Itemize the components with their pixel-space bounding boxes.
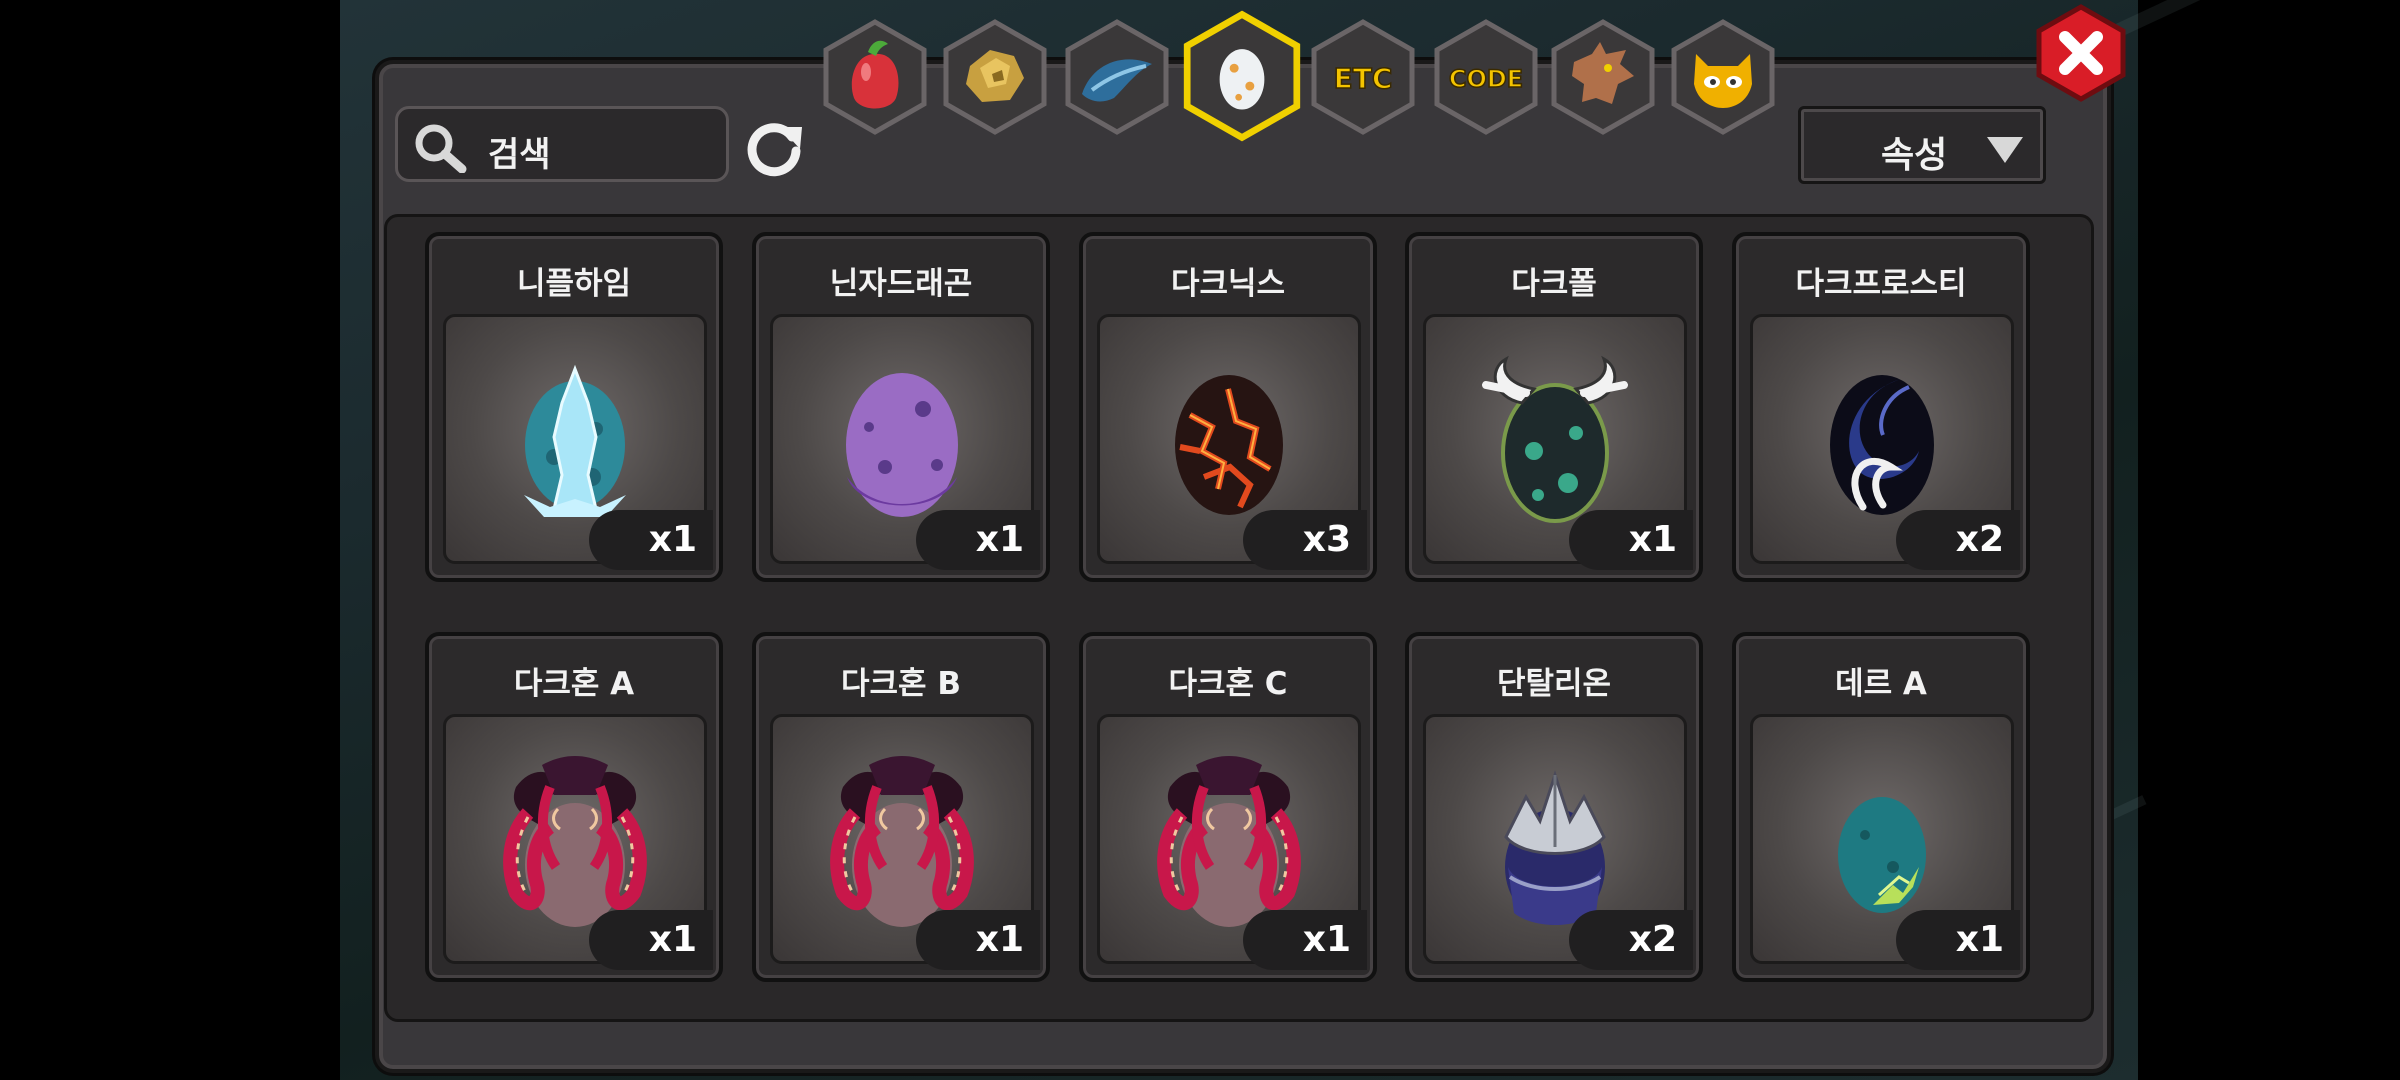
item-card[interactable]: 다크혼 B x1 bbox=[752, 632, 1050, 982]
attribute-dropdown-label: 속성 bbox=[1881, 135, 1948, 176]
code-tab-label: CODE bbox=[1449, 65, 1523, 93]
item-name: 다크프로스티 bbox=[1795, 266, 1967, 302]
item-card[interactable]: 단탈리온 x2 bbox=[1405, 632, 1703, 982]
item-quantity: x1 bbox=[589, 910, 713, 970]
mask-tab[interactable] bbox=[1668, 18, 1778, 136]
item-quantity: x1 bbox=[1243, 910, 1367, 970]
dragon-tab[interactable] bbox=[1548, 18, 1658, 136]
item-card[interactable]: 다크폴 x1 bbox=[1405, 232, 1703, 582]
item-card[interactable]: 다크닉스 x3 bbox=[1079, 232, 1377, 582]
code-tab[interactable]: CODE bbox=[1428, 18, 1544, 136]
item-quantity: x1 bbox=[589, 510, 713, 570]
egg-icon bbox=[1219, 49, 1265, 110]
item-card[interactable]: 다크혼 C x1 bbox=[1079, 632, 1377, 982]
feather-tab[interactable] bbox=[1062, 18, 1172, 136]
search-placeholder: 검색 bbox=[488, 135, 551, 175]
etc-tab-label: ETC bbox=[1334, 62, 1393, 95]
egg-tab[interactable] bbox=[1180, 10, 1304, 142]
item-quantity: x2 bbox=[1896, 510, 2020, 570]
item-name: 다크닉스 bbox=[1170, 266, 1286, 302]
chevron-down-icon bbox=[1987, 137, 2023, 163]
item-name: 니플하임 bbox=[516, 266, 632, 302]
item-name: 다크혼 B bbox=[841, 666, 961, 702]
item-card[interactable]: 다크혼 A x1 bbox=[425, 632, 723, 982]
etc-tab[interactable]: ETC bbox=[1308, 18, 1418, 136]
item-quantity: x2 bbox=[1569, 910, 1693, 970]
search-field[interactable]: 검색 bbox=[395, 106, 729, 182]
item-card[interactable]: 니플하임 x1 bbox=[425, 232, 723, 582]
item-name: 데르 A bbox=[1835, 666, 1927, 702]
item-name: 다크혼 C bbox=[1168, 666, 1288, 702]
search-icon bbox=[415, 124, 467, 173]
item-quantity: x1 bbox=[916, 910, 1040, 970]
item-quantity: x1 bbox=[916, 510, 1040, 570]
fruit-tab[interactable] bbox=[820, 18, 930, 136]
attribute-dropdown[interactable]: 속성 bbox=[1798, 106, 2046, 184]
item-card[interactable]: 데르 A x1 bbox=[1732, 632, 2030, 982]
item-name: 다크혼 A bbox=[513, 666, 635, 702]
ore-tab[interactable] bbox=[940, 18, 1050, 136]
item-name: 닌자드래곤 bbox=[829, 266, 973, 302]
item-name: 다크폴 bbox=[1511, 266, 1597, 302]
item-card[interactable]: 다크프로스티 x2 bbox=[1732, 232, 2030, 582]
close-button[interactable] bbox=[2035, 4, 2127, 102]
refresh-icon[interactable] bbox=[744, 117, 806, 179]
item-quantity: x1 bbox=[1569, 510, 1693, 570]
item-card[interactable]: 닌자드래곤 x1 bbox=[752, 232, 1050, 582]
item-name: 단탈리온 bbox=[1496, 666, 1612, 702]
item-quantity: x1 bbox=[1896, 910, 2020, 970]
item-quantity: x3 bbox=[1243, 510, 1367, 570]
